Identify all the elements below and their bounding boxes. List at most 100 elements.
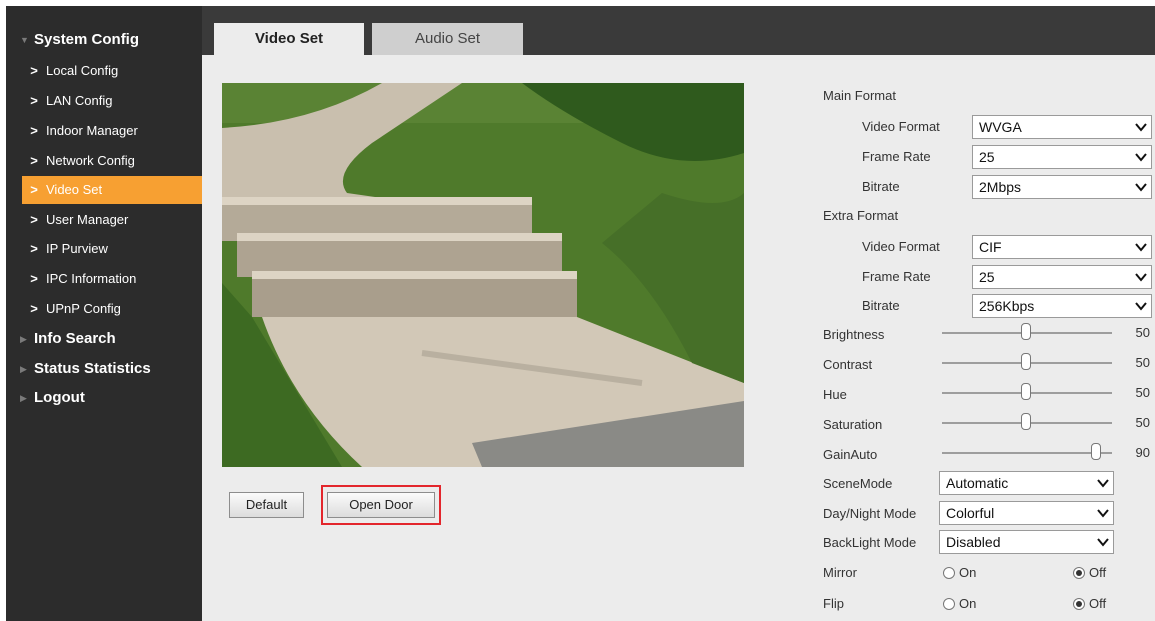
extra-video-format-label: Video Format: [862, 239, 940, 254]
chevron-right-icon: >: [30, 271, 38, 286]
main-bitrate-label: Bitrate: [862, 179, 900, 194]
mirror-label: Mirror: [823, 565, 857, 580]
section-label: Status Statistics: [34, 360, 151, 377]
extra-video-format-value: CIF: [979, 239, 1002, 255]
flip-off-label: Off: [1089, 596, 1107, 611]
tab-video-set[interactable]: Video Set: [214, 23, 364, 55]
chevron-down-icon: [1135, 302, 1147, 311]
contrast-label: Contrast: [823, 357, 873, 372]
sidebar-item-label: IPC Information: [46, 271, 137, 286]
main-bitrate-select[interactable]: 2Mbps: [972, 175, 1152, 199]
open-door-highlight: [321, 485, 441, 525]
backlight-mode-value: Disabled: [946, 534, 1001, 550]
triangle-right-icon: ▶: [20, 393, 27, 404]
sidebar-item-ipc-information[interactable]: > IPC Information: [22, 265, 202, 293]
sidebar-item-label: UPnP Config: [46, 301, 121, 316]
mirror-off-label: Off: [1089, 565, 1107, 580]
extra-frame-rate-select[interactable]: 25: [972, 265, 1152, 289]
day-night-mode-label: Day/Night Mode: [823, 506, 917, 521]
brightness-slider-handle[interactable]: [1021, 323, 1031, 340]
sidebar-item-label: Video Set: [46, 182, 103, 197]
chevron-down-icon: [1135, 153, 1147, 162]
extra-format-label: Extra Format: [823, 208, 899, 223]
brightness-label: Brightness: [823, 327, 885, 342]
sidebar-item-ip-purview[interactable]: > IP Purview: [22, 235, 202, 263]
gain-auto-slider-handle[interactable]: [1091, 443, 1101, 460]
contrast-value: 50: [1135, 355, 1150, 370]
sidebar-item-label: LAN Config: [46, 93, 113, 108]
chevron-right-icon: >: [30, 182, 38, 197]
flip-off-radio[interactable]: [1073, 598, 1085, 610]
extra-frame-rate-value: 25: [979, 269, 995, 285]
sidebar-item-label: Network Config: [46, 153, 135, 168]
chevron-right-icon: >: [30, 301, 38, 316]
sidebar-nav: ▼ System Config > Local Config > LAN Config…: [6, 6, 202, 621]
gain-auto-label: GainAuto: [823, 447, 878, 462]
chevron-down-icon: [1097, 509, 1109, 518]
day-night-mode-value: Colorful: [946, 505, 995, 521]
flip-label: Flip: [823, 596, 844, 611]
content-panel: Default Open Door Main Format Video Form…: [202, 55, 1155, 621]
chevron-right-icon: >: [30, 241, 38, 256]
section-label: Logout: [34, 389, 85, 406]
saturation-label: Saturation: [823, 417, 883, 432]
chevron-down-icon: [1135, 273, 1147, 282]
hue-value: 50: [1135, 385, 1150, 400]
sidebar-item-label: Indoor Manager: [46, 123, 138, 138]
section-system-config[interactable]: ▼ System Config: [20, 27, 139, 53]
day-night-mode-select[interactable]: Colorful: [939, 501, 1114, 525]
section-status-statistics[interactable]: ▶ Status Statistics: [20, 356, 151, 382]
brightness-value: 50: [1135, 325, 1150, 340]
contrast-slider-handle[interactable]: [1021, 353, 1031, 370]
tab-audio-set[interactable]: Audio Set: [372, 23, 523, 55]
backlight-mode-label: BackLight Mode: [823, 535, 917, 550]
extra-bitrate-label: Bitrate: [862, 298, 900, 313]
section-info-search[interactable]: ▶ Info Search: [20, 326, 116, 352]
main-video-format-value: WVGA: [979, 119, 1022, 135]
section-logout[interactable]: ▶ Logout: [20, 385, 85, 411]
sidebar-item-upnp-config[interactable]: > UPnP Config: [22, 295, 202, 323]
chevron-right-icon: >: [30, 93, 38, 108]
extra-bitrate-value: 256Kbps: [979, 298, 1035, 314]
mirror-off-radio[interactable]: [1073, 567, 1085, 579]
main-bitrate-value: 2Mbps: [979, 179, 1022, 195]
main-frame-rate-select[interactable]: 25: [972, 145, 1152, 169]
section-label: System Config: [34, 31, 140, 48]
main-video-format-select[interactable]: WVGA: [972, 115, 1152, 139]
chevron-right-icon: >: [30, 63, 38, 78]
sidebar-item-user-manager[interactable]: > User Manager: [22, 206, 202, 234]
sidebar-item-indoor-manager[interactable]: > Indoor Manager: [22, 117, 202, 145]
chevron-down-icon: [1135, 243, 1147, 252]
chevron-down-icon: [1135, 123, 1147, 132]
chevron-right-icon: >: [30, 153, 38, 168]
chevron-right-icon: >: [30, 123, 38, 138]
sidebar-item-label: User Manager: [46, 212, 129, 227]
extra-bitrate-select[interactable]: 256Kbps: [972, 294, 1152, 318]
scene-mode-label: SceneMode: [823, 476, 893, 491]
section-label: Info Search: [34, 330, 116, 347]
saturation-value: 50: [1135, 415, 1150, 430]
sidebar-item-network-config[interactable]: > Network Config: [22, 147, 202, 175]
saturation-slider-handle[interactable]: [1021, 413, 1031, 430]
main-format-label: Main Format: [823, 88, 896, 103]
hue-slider-handle[interactable]: [1021, 383, 1031, 400]
scene-mode-select[interactable]: Automatic: [939, 471, 1114, 495]
chevron-right-icon: >: [30, 212, 38, 227]
backlight-mode-select[interactable]: Disabled: [939, 530, 1114, 554]
tab-bar: Video Set Audio Set: [202, 6, 1155, 55]
mirror-on-radio[interactable]: [943, 567, 955, 579]
extra-video-format-select[interactable]: CIF: [972, 235, 1152, 259]
sidebar-item-local-config[interactable]: > Local Config: [22, 57, 202, 85]
mirror-on-label: On: [959, 565, 977, 580]
sidebar-item-lan-config[interactable]: > LAN Config: [22, 87, 202, 115]
flip-on-radio[interactable]: [943, 598, 955, 610]
sidebar-item-label: Local Config: [46, 63, 119, 78]
extra-frame-rate-label: Frame Rate: [862, 269, 931, 284]
main-frame-rate-value: 25: [979, 149, 995, 165]
main-frame-rate-label: Frame Rate: [862, 149, 931, 164]
gain-auto-slider[interactable]: [942, 452, 1112, 454]
flip-on-label: On: [959, 596, 977, 611]
sidebar-item-video-set[interactable]: > Video Set: [22, 176, 202, 204]
triangle-right-icon: ▶: [20, 334, 27, 345]
default-button[interactable]: Default: [229, 492, 304, 518]
